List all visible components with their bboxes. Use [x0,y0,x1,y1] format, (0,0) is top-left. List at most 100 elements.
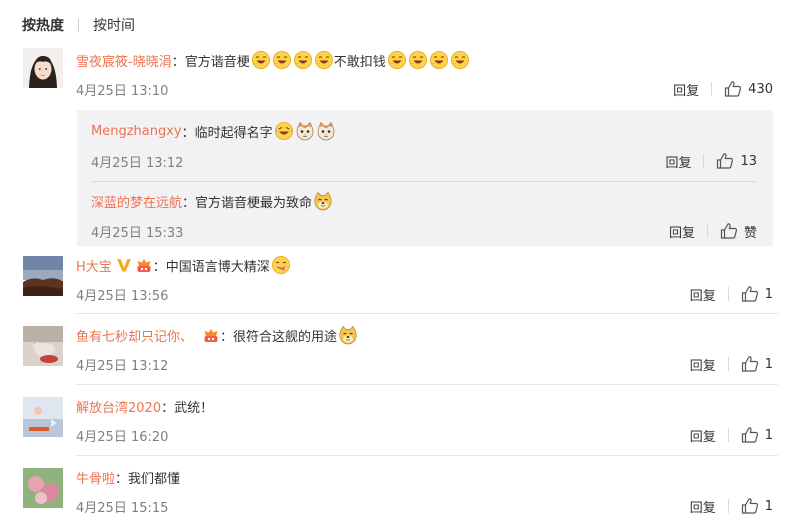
laughing-emoji-icon [429,50,449,70]
like-button-label[interactable]: 赞 [744,222,757,241]
comment-text: 我们都懂 [128,471,181,487]
avatar[interactable] [23,397,63,437]
laughing-emoji-icon [293,50,313,70]
action-divider [727,428,729,442]
laughing-emoji-icon [272,50,292,70]
comment-time: 4月25日 13:56 [76,289,169,304]
comment-author[interactable]: 鱼有七秒却只记你、 [76,326,193,345]
comment-content: H大宝 ： 中国语言博大精深 [76,254,291,276]
reply-button[interactable]: 回复 [665,152,691,171]
reply-button[interactable]: 回复 [673,80,699,99]
comment-author[interactable]: 牛骨啦 [76,468,115,487]
cat-emoji-icon [316,121,336,141]
comment-actions: 回复 1 [690,425,773,445]
action-divider [706,224,708,238]
comment-content: 解放台湾2020 ： 武统！ [76,395,213,417]
comment-divider [76,455,778,456]
comment-item: 解放台湾2020 ： 武统！ 4月25日 16:20 回复 1 [0,393,800,453]
like-count[interactable]: 1 [765,287,773,302]
reply-button[interactable]: 回复 [690,355,716,374]
action-divider [727,499,729,513]
reply-button[interactable]: 回复 [690,285,716,304]
like-count[interactable]: 1 [765,499,773,514]
reply-button[interactable]: 回复 [690,426,716,445]
sub-replies-box: Mengzhangxy ： 临时起得名字 4月25日 13:12 回复 13 深… [77,110,773,246]
comment-author[interactable]: 解放台湾2020 [76,397,161,416]
comment-divider [76,384,778,385]
sort-divider [78,18,79,32]
reply-actions: 回复 13 [665,151,757,171]
comment-author[interactable]: H大宝 [76,256,112,275]
cat-emoji-icon [295,121,315,141]
comment-item: H大宝 ： 中国语言博大精深 4月25日 13:56 回复 1 [0,252,800,312]
reply-author[interactable]: 深蓝的梦在远航 [91,192,182,211]
comment-text: 很符合这舰的用途 [233,329,338,345]
avatar[interactable] [23,48,63,88]
reply-text: 官方谐音梗最为致命 [195,195,313,211]
colon: ： [152,259,166,275]
like-count[interactable]: 430 [748,82,773,97]
reply-actions: 回复 赞 [669,221,757,241]
comment-text: 武统！ [174,400,214,416]
reply-button[interactable]: 回复 [669,222,695,241]
orange-v-badge-icon [116,257,132,273]
reply-content: Mengzhangxy ： 临时起得名字 [91,120,336,142]
thumbs-up-icon[interactable] [716,152,734,170]
avatar[interactable] [23,468,63,508]
comment-content: 牛骨啦 ： 我们都懂 [76,466,180,488]
thumbs-up-icon[interactable] [741,426,759,444]
comment-time: 4月25日 16:20 [76,430,169,445]
avatar[interactable] [23,256,63,296]
reply-content: 深蓝的梦在远航 ： 官方谐音梗最为致命 [91,190,333,212]
comment-time: 4月25日 13:12 [76,359,169,374]
like-count[interactable]: 1 [765,357,773,372]
comment-item: 鱼有七秒却只记你、 ： 很符合这舰的用途 4月25日 13:12 回复 1 [0,322,800,382]
colon: ： [115,471,129,487]
like-count[interactable]: 1 [765,428,773,443]
thumbs-up-icon[interactable] [741,355,759,373]
comment-text-continued: 不敢扣钱 [333,54,386,70]
colon: ： [171,54,185,70]
thumbs-up-icon[interactable] [724,80,742,98]
comment-text: 中国语言博大精深 [165,259,270,275]
tears-of-joy-emoji-icon [274,121,294,141]
doge-emoji-icon [313,191,333,211]
comment-actions: 回复 1 [690,284,773,304]
reply-time: 4月25日 15:33 [91,226,184,241]
thumbs-up-icon[interactable] [741,497,759,515]
laughing-emoji-icon [314,50,334,70]
fan-badge-icon [202,327,220,343]
avatar[interactable] [23,326,63,366]
comment-text: 官方谐音梗 [184,54,250,70]
sort-by-hot-tab[interactable]: 按热度 [22,15,64,35]
comment-actions: 回复 430 [673,79,773,99]
fan-badge-icon [135,257,153,273]
comment-content: 鱼有七秒却只记你、 ： 很符合这舰的用途 [76,324,358,346]
thumbs-up-icon[interactable] [720,222,738,240]
colon: ： [182,195,196,211]
reply-button[interactable]: 回复 [690,497,716,516]
reply-author[interactable]: Mengzhangxy [91,124,182,139]
reply-text: 临时起得名字 [194,125,273,141]
comment-divider [76,313,778,314]
laughing-emoji-icon [450,50,470,70]
sort-bar: 按热度 按时间 [22,14,135,36]
reply-divider [91,181,757,182]
comment-actions: 回复 1 [690,354,773,374]
comment-time: 4月25日 13:10 [76,84,169,99]
laughing-emoji-icon [387,50,407,70]
colon: ： [161,400,175,416]
comment-time: 4月25日 15:15 [76,501,169,516]
doge-emoji-icon [338,325,358,345]
yummy-emoji-icon [271,255,291,275]
thumbs-up-icon[interactable] [741,285,759,303]
action-divider [727,287,729,301]
action-divider [703,154,705,168]
laughing-emoji-icon [251,50,271,70]
colon: ： [220,329,234,345]
sort-by-time-tab[interactable]: 按时间 [93,15,135,35]
action-divider [727,357,729,371]
action-divider [711,82,713,96]
comment-author[interactable]: 雪夜宸筱-晓晓涓 [76,51,172,70]
like-count[interactable]: 13 [740,154,757,169]
